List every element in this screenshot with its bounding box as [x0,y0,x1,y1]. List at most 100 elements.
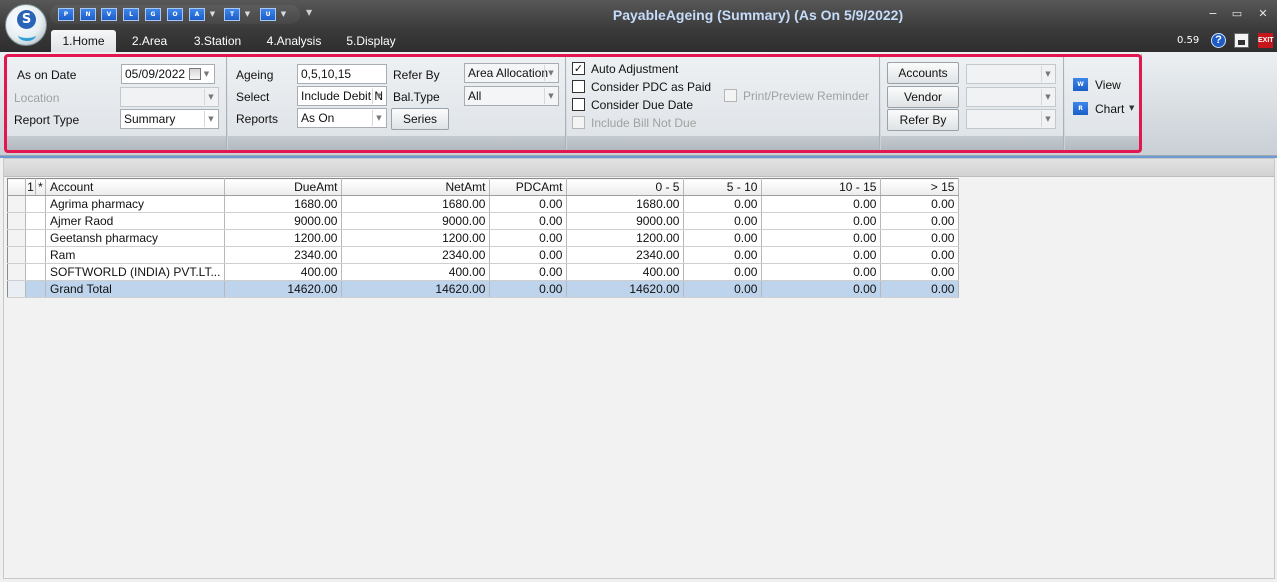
bal-type-select[interactable]: All ▼ [464,86,559,106]
bucket-10-15-cell[interactable]: 0.00 [761,195,882,213]
chevron-down-icon[interactable]: ▼ [243,8,252,21]
location-select[interactable]: ▼ [120,87,219,107]
bucket-0-5-cell[interactable]: 14620.00 [566,280,685,298]
new-icon[interactable]: N [80,8,96,21]
action-icon[interactable]: A [189,8,205,21]
report-type-select[interactable]: Summary ▼ [120,109,219,129]
account-cell[interactable]: Agrima pharmacy [45,195,226,213]
bucket-10-15-cell[interactable]: 0.00 [761,280,882,298]
graph-icon[interactable]: G [145,8,161,21]
chevron-down-icon[interactable]: ▼ [1041,111,1054,127]
bucket-5-10-cell[interactable]: 0.00 [683,212,763,230]
bucket-over-15-cell[interactable]: 0.00 [880,246,960,264]
bucket-0-5-cell[interactable]: 400.00 [566,263,685,281]
column-header-pdcamt[interactable]: PDCAmt [489,178,568,196]
grand-total-row[interactable]: Grand Total 14620.00 14620.00 0.00 14620… [7,280,960,298]
bucket-5-10-cell[interactable]: 0.00 [683,195,763,213]
customize-toolbar-icon[interactable]: ▼ [306,8,312,17]
chevron-down-icon[interactable]: ▼ [200,66,213,82]
tab-area[interactable]: 2.Area [122,30,177,52]
refer-by-select[interactable]: Area Allocation ▼ [464,63,559,83]
bucket-over-15-cell[interactable]: 0.00 [880,212,960,230]
bucket-10-15-cell[interactable]: 0.00 [761,212,882,230]
netamt-cell[interactable]: 1680.00 [341,195,491,213]
dueamt-cell[interactable]: 1200.00 [224,229,343,247]
pdcamt-cell[interactable]: 0.00 [489,195,568,213]
row-selector[interactable] [7,263,26,281]
refer-by-filter-select[interactable]: ▼ [966,109,1056,129]
column-header-0-5[interactable]: 0 - 5 [566,178,685,196]
view-icon[interactable]: V [101,8,117,21]
series-button[interactable]: Series [391,108,449,130]
column-header-netamt[interactable]: NetAmt [341,178,491,196]
pdcamt-cell[interactable]: 0.00 [489,229,568,247]
chevron-down-icon[interactable]: ▼ [1041,89,1054,105]
table-row[interactable]: Agrima pharmacy 1680.00 1680.00 0.00 168… [7,195,960,213]
dueamt-cell[interactable]: 14620.00 [224,280,343,298]
bucket-0-5-cell[interactable]: 9000.00 [566,212,685,230]
dueamt-cell[interactable]: 9000.00 [224,212,343,230]
chevron-down-icon[interactable]: ▼ [372,88,385,104]
bucket-over-15-cell[interactable]: 0.00 [880,263,960,281]
dueamt-cell[interactable]: 2340.00 [224,246,343,264]
bucket-over-15-cell[interactable]: 0.00 [880,229,960,247]
chevron-down-icon[interactable]: ▼ [1041,66,1054,82]
chevron-down-icon[interactable]: ▼ [372,110,385,126]
column-header-dueamt[interactable]: DueAmt [224,178,343,196]
bucket-10-15-cell[interactable]: 0.00 [761,246,882,264]
vendor-select[interactable]: ▼ [966,87,1056,107]
account-cell[interactable]: Geetansh pharmacy [45,229,226,247]
print-icon[interactable]: P [58,8,74,21]
bucket-0-5-cell[interactable]: 1680.00 [566,195,685,213]
app-logo-icon[interactable]: S [5,4,47,46]
ageing-input[interactable]: 0,5,10,15 [297,64,387,84]
account-cell[interactable]: Ajmer Raod [45,212,226,230]
as-on-date-field[interactable]: 05/09/2022 ▼ [121,64,215,84]
row-selector-header[interactable] [7,178,26,196]
netamt-cell[interactable]: 2340.00 [341,246,491,264]
column-header-over-15[interactable]: > 15 [880,178,960,196]
help-icon[interactable]: ? [1211,33,1226,48]
vendor-button[interactable]: Vendor [887,86,959,108]
row-selector[interactable] [7,212,26,230]
bucket-10-15-cell[interactable]: 0.00 [761,229,882,247]
chevron-down-icon[interactable]: ▼ [1129,104,1134,112]
row-selector[interactable] [7,246,26,264]
netamt-cell[interactable]: 14620.00 [341,280,491,298]
select-dropdown[interactable]: Include Debit N ▼ [297,86,387,106]
accounts-button[interactable]: Accounts [887,62,959,84]
tab-home[interactable]: 1.Home [51,30,116,52]
table-row[interactable]: Ram 2340.00 2340.00 0.00 2340.00 0.00 0.… [7,246,960,264]
close-button[interactable]: ✕ [1253,7,1273,21]
dueamt-cell[interactable]: 1680.00 [224,195,343,213]
bucket-over-15-cell[interactable]: 0.00 [880,195,960,213]
column-header-account[interactable]: Account [45,178,226,196]
pdcamt-cell[interactable]: 0.00 [489,246,568,264]
accounts-select[interactable]: ▼ [966,64,1056,84]
chevron-down-icon[interactable]: ▼ [208,8,217,21]
bucket-5-10-cell[interactable]: 0.00 [683,280,763,298]
tab-analysis[interactable]: 4.Analysis [260,30,328,52]
pdcamt-cell[interactable]: 0.00 [489,212,568,230]
account-cell[interactable]: Grand Total [45,280,226,298]
dueamt-cell[interactable]: 400.00 [224,263,343,281]
tab-display[interactable]: 5.Display [340,30,402,52]
chevron-down-icon[interactable]: ▼ [204,111,217,127]
list-icon[interactable]: L [123,8,139,21]
restore-button[interactable]: ▭ [1227,7,1247,21]
row-selector[interactable] [7,195,26,213]
bucket-0-5-cell[interactable]: 2340.00 [566,246,685,264]
tab-station[interactable]: 3.Station [186,30,249,52]
bucket-5-10-cell[interactable]: 0.00 [683,263,763,281]
netamt-cell[interactable]: 1200.00 [341,229,491,247]
bucket-10-15-cell[interactable]: 0.00 [761,263,882,281]
column-header-10-15[interactable]: 10 - 15 [761,178,882,196]
netamt-cell[interactable]: 9000.00 [341,212,491,230]
bucket-5-10-cell[interactable]: 0.00 [683,246,763,264]
account-cell[interactable]: Ram [45,246,226,264]
table-row[interactable]: SOFTWORLD (INDIA) PVT.LT... 400.00 400.0… [7,263,960,281]
chevron-down-icon[interactable]: ▼ [279,8,288,21]
tools-icon[interactable]: T [224,8,240,21]
table-row[interactable]: Geetansh pharmacy 1200.00 1200.00 0.00 1… [7,229,960,247]
pdcamt-cell[interactable]: 0.00 [489,263,568,281]
